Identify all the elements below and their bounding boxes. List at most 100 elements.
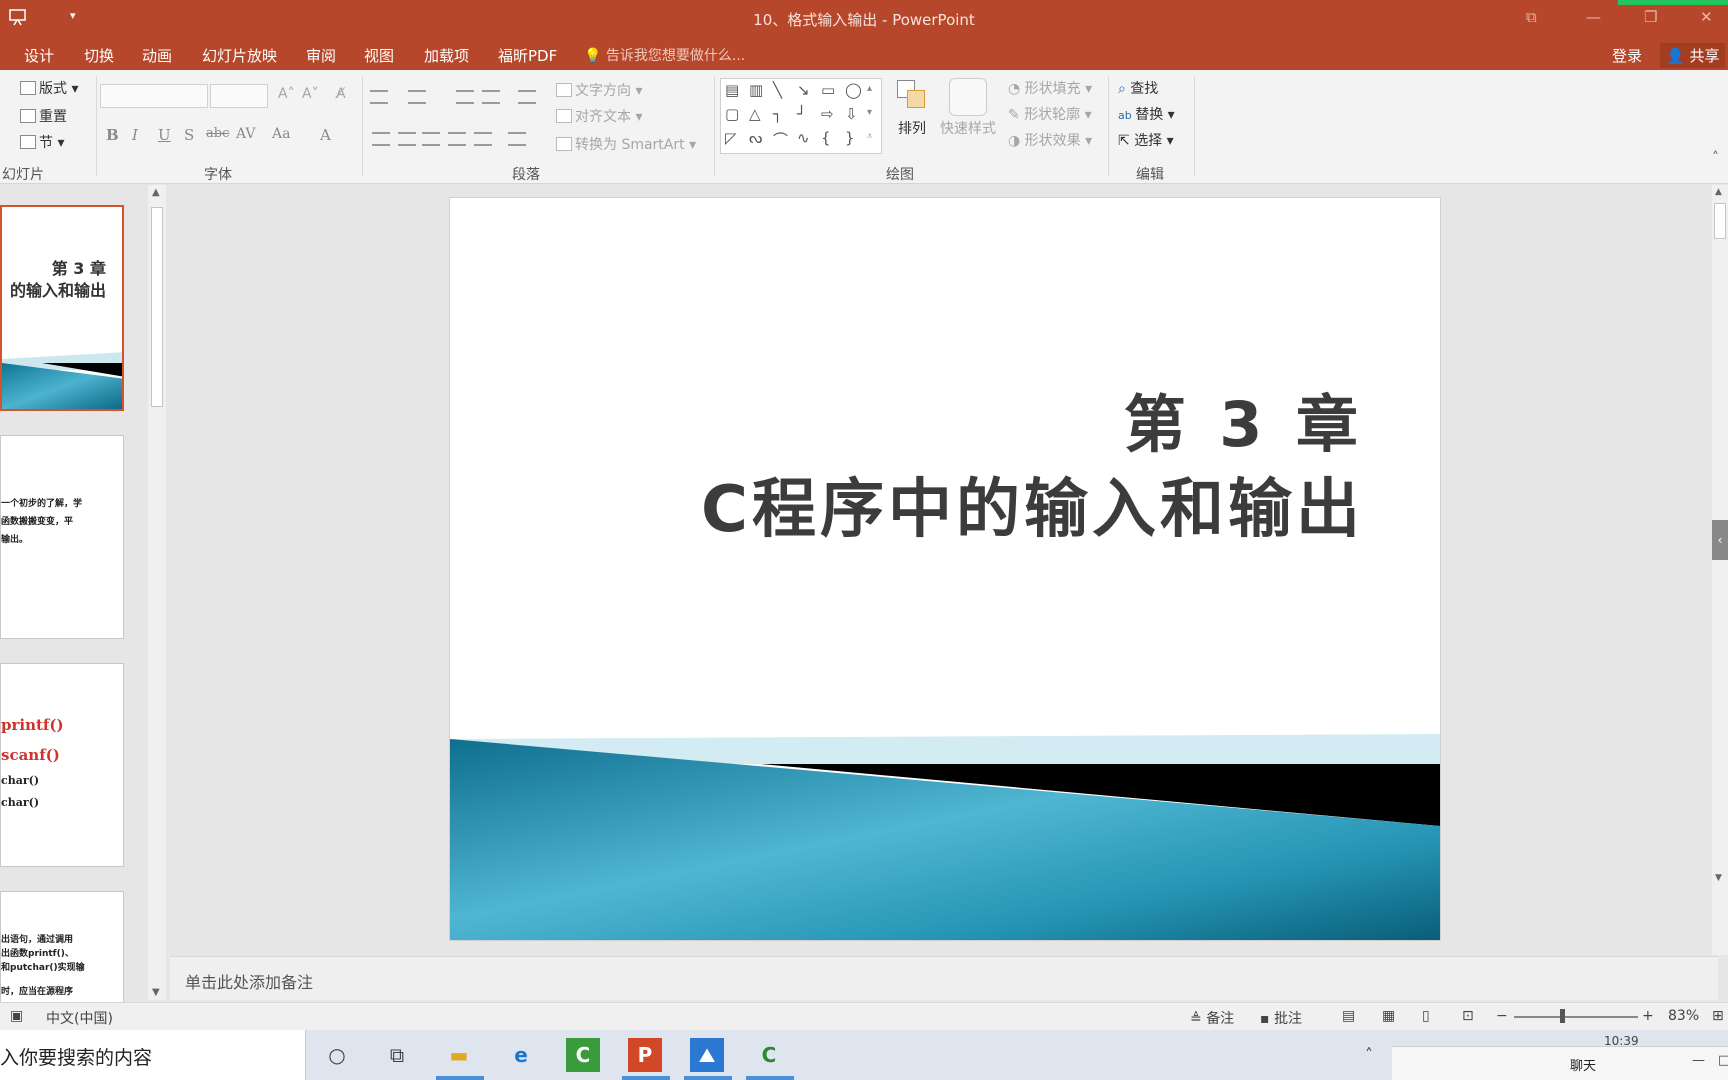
italic-button[interactable]: I [132, 126, 138, 144]
shape-fill-button[interactable]: ◔ 形状填充 ▾ [1008, 78, 1092, 98]
tell-me-search[interactable]: 💡 告诉我您想要做什么... [584, 45, 745, 65]
arc-shape-icon[interactable]: ⌒ [773, 129, 788, 150]
justify-icon[interactable] [448, 132, 466, 146]
language-indicator[interactable]: 中文(中国) [46, 1008, 113, 1028]
search-text[interactable]: 入你要搜索的内容 [0, 1043, 152, 1070]
bullets-icon[interactable] [370, 90, 388, 104]
elbow-connector-icon[interactable]: ┐ [773, 105, 782, 123]
quick-styles-button[interactable]: 快速样式 [936, 78, 1000, 138]
convert-smartart-button[interactable]: 转换为 SmartArt ▾ [556, 134, 696, 154]
line-shape-icon[interactable]: ╲ [773, 81, 782, 99]
scrollbar-thumb[interactable] [151, 207, 163, 407]
shadow-button[interactable]: S [184, 126, 194, 144]
scroll-down-icon[interactable]: ▼ [1715, 873, 1722, 883]
spellcheck-icon[interactable]: ▣ [10, 1008, 23, 1024]
rectangle-shape-icon[interactable]: ▭ [821, 81, 835, 99]
left-brace-icon[interactable]: { [821, 129, 831, 147]
slide-thumbnail-1[interactable]: 第 3 章 的输入和输出 [0, 205, 124, 411]
decrease-indent-icon[interactable] [456, 90, 474, 104]
scrollbar-thumb[interactable] [1714, 203, 1726, 239]
tab-animations[interactable]: 动画 [142, 45, 172, 66]
collapse-panel-icon[interactable]: ‹ [1712, 520, 1728, 560]
thumbnail-scrollbar[interactable]: ▲ ▼ [148, 185, 166, 1000]
gallery-more-icon[interactable]: ⩡ [867, 131, 873, 142]
slide-thumbnail-4[interactable]: 出语句，通过调用 出函数printf()、 和putchar()实现输 时，应当… [0, 891, 124, 1011]
shrink-font-icon[interactable]: A˅ [302, 86, 319, 102]
freeform-shape-icon[interactable]: ◸ [725, 129, 737, 147]
align-center-icon[interactable] [398, 132, 416, 146]
powerpoint-icon[interactable]: P [628, 1038, 662, 1072]
right-brace-icon[interactable]: } [845, 129, 855, 147]
close-icon[interactable]: ✕ [1700, 8, 1713, 26]
notes-toggle[interactable]: ≜ 备注 [1190, 1008, 1234, 1028]
tab-transitions[interactable]: 切换 [84, 45, 114, 66]
current-slide[interactable]: 第 3 章 C程序中的输入和输出 [450, 198, 1440, 940]
distributed-icon[interactable] [474, 132, 492, 146]
bold-button[interactable]: B [106, 126, 119, 144]
normal-view-icon[interactable]: ▤ [1342, 1008, 1355, 1024]
tray-chevron-icon[interactable]: ˄ [1352, 1038, 1386, 1072]
zoom-out-icon[interactable]: − [1496, 1008, 1508, 1024]
text-direction-button[interactable]: 文字方向 ▾ [556, 80, 642, 100]
strikethrough-button[interactable]: abc [206, 126, 229, 141]
zoom-slider-track[interactable] [1514, 1016, 1638, 1018]
share-button[interactable]: 👤 共享 [1660, 43, 1726, 68]
taskbar-search-box[interactable]: 入你要搜索的内容 [0, 1030, 306, 1080]
rounded-rect-icon[interactable]: ▢ [725, 105, 739, 123]
zoom-slider-knob[interactable] [1560, 1009, 1565, 1023]
tab-slideshow[interactable]: 幻灯片放映 [202, 45, 277, 66]
slide-sorter-icon[interactable]: ▦ [1382, 1008, 1395, 1024]
tab-design[interactable]: 设计 [24, 45, 54, 66]
zoom-in-icon[interactable]: + [1642, 1008, 1654, 1024]
chat-window[interactable]: 聊天 — □ [1392, 1046, 1728, 1080]
right-arrow-shape-icon[interactable]: ⇨ [821, 105, 834, 123]
section-button[interactable]: 节 ▾ [20, 132, 64, 152]
scroll-up-icon[interactable]: ▲ [152, 187, 160, 198]
replace-button[interactable]: ab 替换 ▾ [1118, 104, 1175, 124]
zoom-level[interactable]: 83% [1668, 1008, 1699, 1024]
mail-app-icon[interactable]: ⛰ [690, 1038, 724, 1072]
restore-icon[interactable]: ❐ [1644, 8, 1657, 26]
increase-indent-icon[interactable] [482, 90, 500, 104]
scroll-down-icon[interactable]: ▼ [152, 987, 160, 998]
reading-view-icon[interactable]: ▯ [1422, 1008, 1430, 1024]
tab-view[interactable]: 视图 [364, 45, 394, 66]
oval-shape-icon[interactable]: ◯ [845, 81, 862, 99]
shape-effects-button[interactable]: ◑ 形状效果 ▾ [1008, 130, 1092, 150]
task-view-icon[interactable]: ⧉ [380, 1038, 414, 1072]
collapse-ribbon-icon[interactable]: ˄ [1712, 150, 1719, 166]
ribbon-display-icon[interactable]: ⧉ [1526, 8, 1537, 26]
curve-shape-icon[interactable]: ∿ [797, 129, 810, 147]
triangle-shape-icon[interactable]: △ [749, 105, 761, 123]
right-scroll-area[interactable]: ▲ ‹ ▼ [1712, 185, 1728, 955]
slide-thumbnail-3[interactable]: printf() scanf() char() char() [0, 663, 124, 867]
align-left-icon[interactable] [372, 132, 390, 146]
line-spacing-icon[interactable] [518, 90, 536, 104]
down-arrow-shape-icon[interactable]: ⇩ [845, 105, 858, 123]
chat-minimize-icon[interactable]: — [1692, 1053, 1705, 1068]
tab-foxit-pdf[interactable]: 福昕PDF [498, 45, 557, 66]
find-button[interactable]: ⌕ 查找 [1118, 78, 1158, 98]
arrow-line-icon[interactable]: ↘ [797, 81, 810, 99]
arrange-button[interactable]: 排列 [890, 78, 934, 138]
camtasia-recorder-icon[interactable]: C [752, 1038, 786, 1072]
tab-review[interactable]: 审阅 [306, 45, 336, 66]
minimize-icon[interactable]: — [1586, 8, 1601, 26]
vertical-textbox-icon[interactable]: ▥ [749, 81, 763, 99]
clear-format-icon[interactable]: A̸ [336, 86, 346, 102]
change-case-button[interactable]: Aa [272, 126, 290, 142]
reset-button[interactable]: 重置 [20, 106, 67, 126]
file-explorer-icon[interactable]: ▬ [442, 1038, 476, 1072]
fit-slide-icon[interactable]: ⊞ [1712, 1008, 1724, 1024]
tab-addins[interactable]: 加载项 [424, 45, 469, 66]
scribble-shape-icon[interactable]: ᔓ [749, 129, 762, 147]
grow-font-icon[interactable]: A˄ [278, 86, 295, 102]
char-spacing-button[interactable]: AV [236, 126, 256, 142]
numbering-icon[interactable] [408, 90, 426, 104]
chat-restore-icon[interactable]: □ [1718, 1053, 1728, 1068]
font-color-button[interactable]: A [320, 126, 331, 144]
camtasia-icon[interactable]: C [566, 1038, 600, 1072]
notes-placeholder[interactable]: 单击此处添加备注 [185, 969, 313, 993]
columns-icon[interactable] [508, 132, 526, 146]
font-size-box[interactable] [210, 84, 268, 108]
